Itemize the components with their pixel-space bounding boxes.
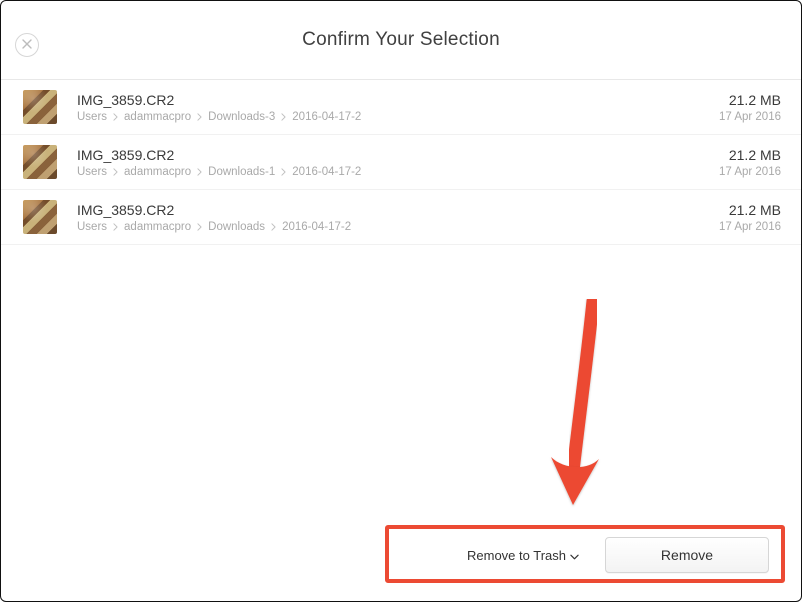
file-path-breadcrumb: Users adammacpro Downloads-3 2016-04-17-2 xyxy=(77,111,709,123)
chevron-down-icon xyxy=(570,548,579,563)
chevron-right-icon xyxy=(113,223,118,231)
breadcrumb-segment: Users xyxy=(77,111,107,123)
breadcrumb-segment: Downloads xyxy=(208,221,265,233)
file-thumbnail xyxy=(23,145,57,179)
file-meta: IMG_3859.CR2 Users adammacpro Downloads-1 20… xyxy=(77,147,709,178)
file-right-meta: 21.2 MB 17 Apr 2016 xyxy=(719,147,781,178)
breadcrumb-segment: 2016-04-17-2 xyxy=(282,221,351,233)
dialog-window: Confirm Your Selection IMG_3859.CR2 Users… xyxy=(0,0,802,602)
file-right-meta: 21.2 MB 17 Apr 2016 xyxy=(719,92,781,123)
chevron-right-icon xyxy=(113,113,118,121)
breadcrumb-segment: Users xyxy=(77,221,107,233)
chevron-right-icon xyxy=(197,113,202,121)
chevron-right-icon xyxy=(281,113,286,121)
file-row[interactable]: IMG_3859.CR2 Users adammacpro Downloads 2016… xyxy=(1,190,801,245)
breadcrumb-segment: adammacpro xyxy=(124,221,191,233)
breadcrumb-segment: adammacpro xyxy=(124,111,191,123)
file-row[interactable]: IMG_3859.CR2 Users adammacpro Downloads-1 20… xyxy=(1,135,801,190)
file-name: IMG_3859.CR2 xyxy=(77,202,709,218)
breadcrumb-segment: adammacpro xyxy=(124,166,191,178)
file-meta: IMG_3859.CR2 Users adammacpro Downloads 2016… xyxy=(77,202,709,233)
dialog-title: Confirm Your Selection xyxy=(302,29,500,51)
breadcrumb-segment: 2016-04-17-2 xyxy=(292,111,361,123)
close-icon xyxy=(22,36,32,54)
remove-button-label: Remove xyxy=(661,547,713,563)
close-button[interactable] xyxy=(15,33,39,57)
chevron-right-icon xyxy=(271,223,276,231)
chevron-right-icon xyxy=(197,223,202,231)
file-path-breadcrumb: Users adammacpro Downloads 2016-04-17-2 xyxy=(77,221,709,233)
file-path-breadcrumb: Users adammacpro Downloads-1 2016-04-17-2 xyxy=(77,166,709,178)
remove-method-dropdown[interactable]: Remove to Trash xyxy=(461,542,585,569)
file-right-meta: 21.2 MB 17 Apr 2016 xyxy=(719,202,781,233)
footer: Remove to Trash Remove xyxy=(1,511,801,601)
breadcrumb-segment: Downloads-3 xyxy=(208,111,275,123)
file-size: 21.2 MB xyxy=(719,202,781,218)
file-name: IMG_3859.CR2 xyxy=(77,147,709,163)
file-meta: IMG_3859.CR2 Users adammacpro Downloads-3 20… xyxy=(77,92,709,123)
file-date: 17 Apr 2016 xyxy=(719,111,781,123)
breadcrumb-segment: Downloads-1 xyxy=(208,166,275,178)
chevron-right-icon xyxy=(113,168,118,176)
file-date: 17 Apr 2016 xyxy=(719,221,781,233)
file-thumbnail xyxy=(23,90,57,124)
breadcrumb-segment: 2016-04-17-2 xyxy=(292,166,361,178)
chevron-right-icon xyxy=(281,168,286,176)
chevron-right-icon xyxy=(197,168,202,176)
remove-button[interactable]: Remove xyxy=(605,537,769,573)
breadcrumb-segment: Users xyxy=(77,166,107,178)
file-list: IMG_3859.CR2 Users adammacpro Downloads-3 20… xyxy=(1,80,801,511)
footer-controls: Remove to Trash Remove xyxy=(451,529,779,581)
file-name: IMG_3859.CR2 xyxy=(77,92,709,108)
file-size: 21.2 MB xyxy=(719,147,781,163)
titlebar: Confirm Your Selection xyxy=(1,1,801,80)
file-date: 17 Apr 2016 xyxy=(719,166,781,178)
file-row[interactable]: IMG_3859.CR2 Users adammacpro Downloads-3 20… xyxy=(1,80,801,135)
file-size: 21.2 MB xyxy=(719,92,781,108)
remove-method-label: Remove to Trash xyxy=(467,548,566,563)
file-thumbnail xyxy=(23,200,57,234)
